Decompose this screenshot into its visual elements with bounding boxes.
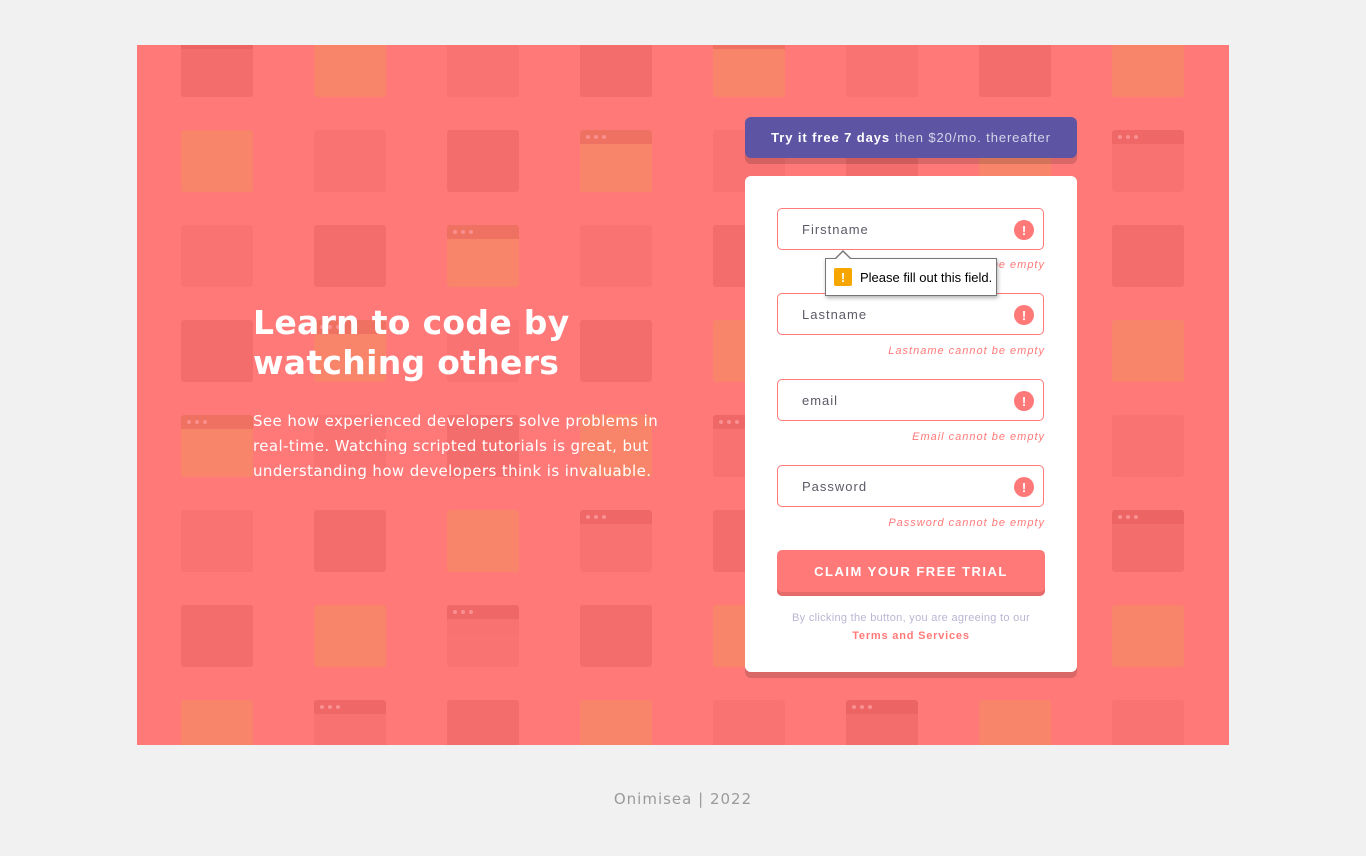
lastname-field[interactable]: ! — [777, 293, 1044, 335]
pattern-tile — [580, 700, 652, 745]
pattern-tile — [314, 130, 386, 192]
pattern-tile — [314, 700, 386, 745]
error-icon: ! — [1014, 391, 1034, 411]
terms-link[interactable]: Terms and Services — [852, 630, 970, 642]
lastname-error: Lastname cannot be empty — [888, 345, 1045, 357]
pattern-tile — [1112, 225, 1184, 287]
error-icon: ! — [1014, 477, 1034, 497]
error-icon: ! — [1014, 305, 1034, 325]
password-field[interactable]: ! — [777, 465, 1044, 507]
pattern-tile — [447, 605, 519, 667]
pattern-tile — [181, 510, 253, 572]
pattern-tile — [713, 700, 785, 745]
pattern-tile — [181, 45, 253, 97]
hero-section: Learn to code by watching others See how… — [137, 45, 1229, 745]
pattern-tile — [979, 700, 1051, 745]
email-field[interactable]: ! — [777, 379, 1044, 421]
error-icon: ! — [1014, 220, 1034, 240]
pattern-tile — [314, 45, 386, 97]
pattern-tile — [713, 45, 785, 97]
intro-block: Learn to code by watching others See how… — [253, 303, 673, 484]
promo-bold-text: Try it free 7 days — [771, 130, 890, 145]
pattern-tile — [846, 45, 918, 97]
pattern-tile — [580, 130, 652, 192]
pattern-tile — [447, 510, 519, 572]
password-input[interactable] — [778, 466, 1043, 506]
pattern-tile — [580, 45, 652, 97]
pattern-tile — [580, 510, 652, 572]
password-error: Password cannot be empty — [888, 517, 1045, 529]
pattern-tile — [447, 130, 519, 192]
pattern-tile — [1112, 45, 1184, 97]
pattern-tile — [447, 225, 519, 287]
pattern-tile — [1112, 320, 1184, 382]
email-input[interactable] — [778, 380, 1043, 420]
firstname-input[interactable] — [778, 209, 1043, 249]
pattern-tile — [314, 225, 386, 287]
pattern-tile — [580, 605, 652, 667]
email-error: Email cannot be empty — [912, 431, 1045, 443]
pattern-tile — [181, 320, 253, 382]
pattern-tile — [580, 225, 652, 287]
tooltip-text: Please fill out this field. — [860, 269, 993, 285]
pattern-tile — [181, 605, 253, 667]
terms-notice: By clicking the button, you are agreeing… — [765, 609, 1057, 645]
pattern-tile — [181, 700, 253, 745]
firstname-field[interactable]: ! — [777, 208, 1044, 250]
pattern-tile — [447, 45, 519, 97]
pattern-tile — [1112, 700, 1184, 745]
pattern-tile — [314, 605, 386, 667]
pattern-tile — [447, 700, 519, 745]
pattern-tile — [1112, 605, 1184, 667]
pattern-tile — [1112, 510, 1184, 572]
lastname-input[interactable] — [778, 294, 1043, 334]
footer-credit: Onimisea | 2022 — [613, 790, 753, 808]
pattern-tile — [846, 700, 918, 745]
page-title: Learn to code by watching others — [253, 303, 570, 382]
pattern-tile — [181, 225, 253, 287]
pattern-tile — [181, 130, 253, 192]
promo-light-text: then $20/mo. thereafter — [894, 130, 1051, 145]
promo-banner: Try it free 7 days then $20/mo. thereaft… — [745, 117, 1077, 158]
warning-icon: ! — [834, 268, 852, 286]
signup-form-card: ! Firstname cannot be empty ! Lastname c… — [745, 176, 1077, 672]
pattern-tile — [1112, 130, 1184, 192]
page-description: See how experienced developers solve pro… — [253, 412, 659, 480]
claim-trial-button[interactable]: CLAIM YOUR FREE TRIAL — [777, 550, 1045, 592]
validation-tooltip: ! Please fill out this field. — [825, 250, 997, 296]
pattern-tile — [314, 510, 386, 572]
pattern-tile — [1112, 415, 1184, 477]
pattern-tile — [181, 415, 253, 477]
terms-text: By clicking the button, you are agreeing… — [792, 612, 1030, 624]
pattern-tile — [979, 45, 1051, 97]
